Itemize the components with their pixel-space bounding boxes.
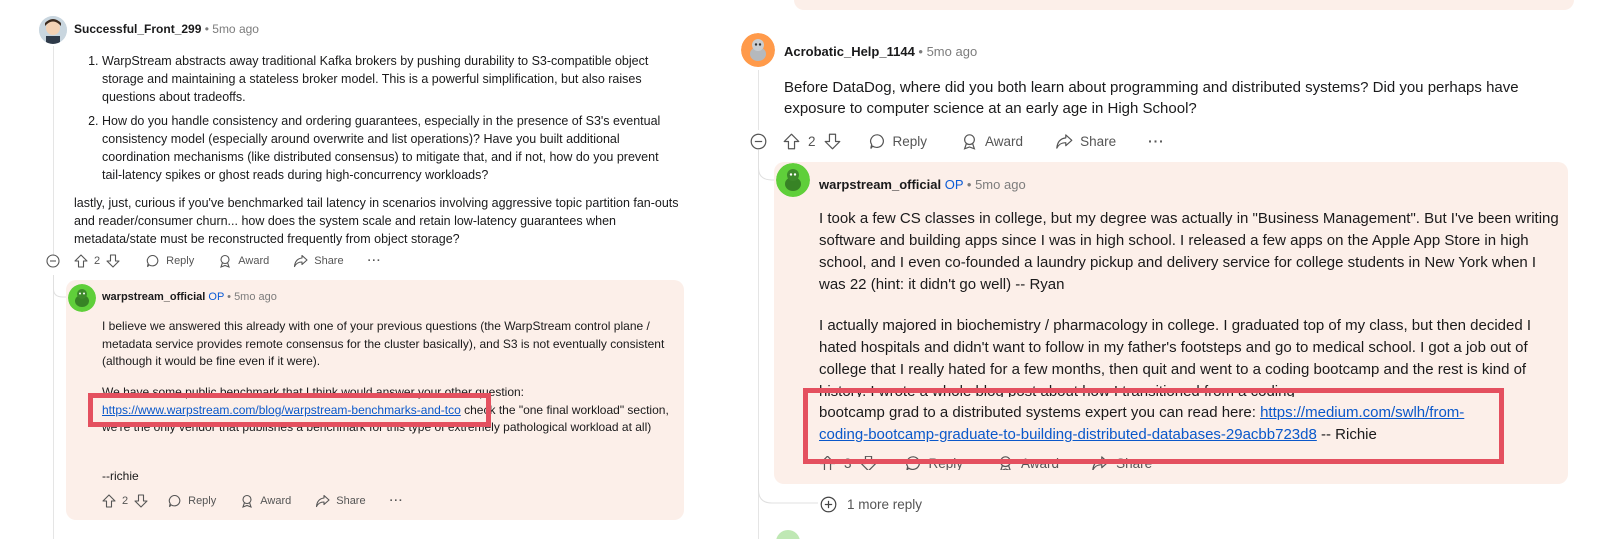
more-options-button[interactable]: ··· <box>1148 134 1165 149</box>
collapse-button[interactable] <box>750 133 767 150</box>
comment-paragraph: lastly, just, curious if you've benchmar… <box>74 196 679 246</box>
award-icon <box>242 494 253 508</box>
comment-time: 5mo ago <box>212 22 259 36</box>
award-button[interactable]: Award <box>240 494 291 508</box>
share-button[interactable]: Share <box>293 254 344 268</box>
more-options-button[interactable]: ··· <box>390 495 404 507</box>
upvote-button[interactable] <box>74 254 88 268</box>
collapse-button[interactable] <box>46 254 60 268</box>
right-screenshot-panel: Acrobatic_Help_1144 • 5mo ago Before Dat… <box>736 0 1600 539</box>
highlight-box <box>803 388 1504 464</box>
list-item: WarpStream abstracts away traditional Ka… <box>102 52 674 106</box>
op-badge: OP <box>944 177 964 192</box>
share-icon <box>316 494 330 508</box>
upvote-icon <box>74 254 88 268</box>
upvote-button[interactable] <box>102 494 116 508</box>
share-icon <box>294 254 308 268</box>
award-button[interactable]: Award <box>961 133 1023 150</box>
more-replies-connector <box>758 470 818 504</box>
collapse-icon <box>750 133 767 150</box>
award-icon <box>220 254 231 268</box>
comment-action-bar: 2 Reply Award Share ··· <box>46 254 382 268</box>
reply-button[interactable]: Reply <box>869 133 927 150</box>
comment-time: 5mo ago <box>975 177 1026 192</box>
reply-icon <box>869 134 884 149</box>
reply-action-bar: 2 Reply Award Share ··· <box>102 494 404 508</box>
reply-icon <box>146 254 159 268</box>
upvote-button[interactable] <box>783 133 800 150</box>
comment-body: Before DataDog, where did you both learn… <box>784 79 1519 117</box>
comment-author[interactable]: warpstream_official OP • 5mo ago <box>819 177 1026 192</box>
downvote-icon <box>106 254 120 268</box>
op-badge: OP <box>208 291 225 303</box>
award-icon <box>963 134 976 150</box>
downvote-button[interactable] <box>134 494 148 508</box>
downvote-button[interactable] <box>824 133 841 150</box>
reply-paragraph: I took a few CS classes in college, but … <box>819 210 1559 293</box>
more-options-button[interactable]: ··· <box>368 255 382 267</box>
comment-time: 5mo ago <box>926 44 978 59</box>
share-icon <box>1056 134 1073 149</box>
award-button[interactable]: Award <box>218 254 269 268</box>
downvote-button[interactable] <box>106 254 120 268</box>
comment-author[interactable]: warpstream_official OP • 5mo ago <box>102 291 277 303</box>
comment-time: 5mo ago <box>234 291 277 303</box>
reply-paragraph: I believe we answered this already with … <box>102 319 665 368</box>
upvote-icon <box>783 133 800 150</box>
signature: --richie <box>102 469 139 483</box>
more-replies-button[interactable]: 1 more reply <box>820 496 922 513</box>
user-avatar[interactable] <box>776 530 800 539</box>
user-avatar[interactable] <box>68 284 96 312</box>
previous-reply-container <box>794 0 1574 10</box>
comment-action-bar: 2 Reply Award Share ··· <box>750 133 1165 150</box>
panel-gap <box>700 0 736 539</box>
user-avatar[interactable] <box>741 33 775 67</box>
highlight-box <box>88 393 491 427</box>
vote-count: 2 <box>94 255 101 267</box>
vote-count: 2 <box>122 495 129 507</box>
user-avatar[interactable] <box>776 163 810 197</box>
downvote-icon <box>824 133 840 150</box>
share-button[interactable]: Share <box>1055 133 1116 150</box>
share-button[interactable]: Share <box>315 494 366 508</box>
upvote-icon <box>102 494 116 508</box>
reply-button[interactable]: Reply <box>146 254 194 268</box>
collapse-icon <box>46 254 60 268</box>
list-item: How do you handle consistency and orderi… <box>102 112 674 184</box>
thread-line[interactable] <box>53 46 54 256</box>
expand-icon <box>820 496 837 513</box>
thread-line[interactable] <box>758 70 759 130</box>
comment-author[interactable]: Acrobatic_Help_1144 • 5mo ago <box>784 44 977 59</box>
downvote-icon <box>134 494 148 508</box>
comment-author[interactable]: Successful_Front_299 • 5mo ago <box>74 22 259 36</box>
user-avatar[interactable] <box>39 16 67 44</box>
vote-count: 2 <box>808 134 816 149</box>
reply-button[interactable]: Reply <box>168 494 216 508</box>
reply-paragraph: I actually majored in biochemistry / pha… <box>819 317 1532 397</box>
comment-body: WarpStream abstracts away traditional Ka… <box>74 52 674 190</box>
reply-icon <box>168 494 181 508</box>
left-screenshot-panel: Successful_Front_299 • 5mo ago WarpStrea… <box>0 0 700 539</box>
